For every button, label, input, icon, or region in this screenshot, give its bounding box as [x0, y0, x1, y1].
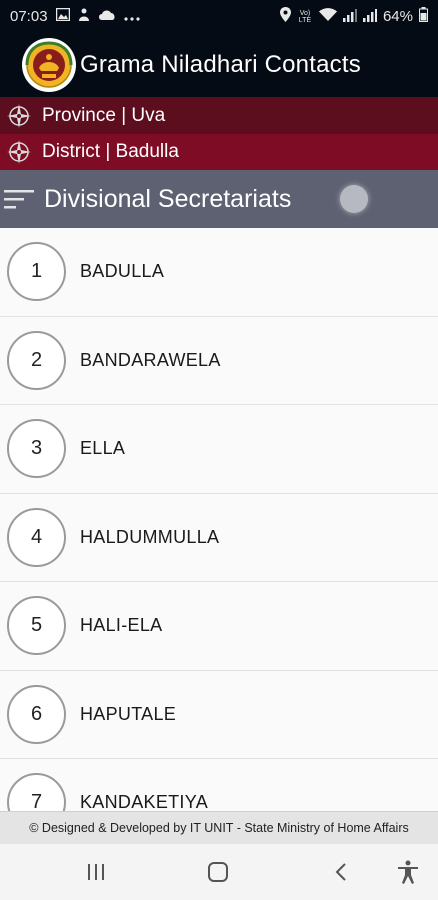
footer-text: © Designed & Developed by IT UNIT - Stat… [29, 821, 409, 835]
more-dots-icon [123, 8, 140, 25]
sort-menu-icon[interactable] [4, 189, 34, 209]
item-number: 5 [7, 596, 66, 656]
province-label: Province | Uva [42, 104, 166, 126]
item-name: HAPUTALE [80, 703, 177, 724]
system-nav-bar [0, 844, 438, 900]
breadcrumb-province: Province | Uva [0, 97, 438, 134]
item-number: 1 [7, 242, 66, 302]
item-name: BADULLA [80, 261, 165, 282]
home-icon[interactable] [204, 858, 232, 886]
item-number: 7 [7, 773, 66, 811]
cloud-icon [98, 8, 116, 25]
battery-percent: 64% [382, 8, 413, 25]
item-name: HALI-ELA [80, 615, 163, 636]
recent-apps-icon[interactable] [82, 858, 110, 886]
accessibility-icon[interactable] [394, 858, 422, 886]
item-number: 6 [7, 684, 66, 744]
notification-icon [78, 8, 90, 26]
compass-icon [6, 139, 32, 165]
app-title: Grama Niladhari Contacts [80, 51, 361, 78]
clock: 07:03 [10, 8, 48, 25]
list-item[interactable]: 5 HALI-ELA [0, 582, 438, 671]
toggle-button[interactable] [340, 185, 368, 213]
signal-icon [342, 8, 357, 26]
secretariat-list[interactable]: 1 BADULLA 2 BANDARAWELA 3 ELLA 4 HALDUMM… [0, 228, 438, 811]
list-item[interactable]: 3 ELLA [0, 405, 438, 494]
breadcrumb-district: District | Badulla [0, 134, 438, 170]
signal-icon [362, 8, 377, 26]
volte-icon: Vo) LTE [298, 9, 312, 24]
list-item[interactable]: 6 HAPUTALE [0, 670, 438, 759]
section-header: Divisional Secretariats [0, 170, 438, 228]
list-item[interactable]: 1 BADULLA [0, 228, 438, 317]
item-number: 4 [7, 507, 66, 567]
status-bar: 07:03 Vo) LTE 64% [0, 0, 438, 33]
list-item[interactable]: 4 HALDUMMULLA [0, 493, 438, 582]
image-icon [55, 7, 70, 25]
item-name: BANDARAWELA [80, 349, 221, 370]
compass-icon [6, 103, 32, 129]
location-icon [279, 7, 291, 26]
app-bar: Grama Niladhari Contacts [0, 33, 438, 97]
item-number: 2 [7, 330, 66, 390]
list-item[interactable]: 2 BANDARAWELA [0, 316, 438, 405]
battery-icon [419, 7, 428, 26]
item-name: KANDAKETIYA [80, 792, 208, 811]
list-item[interactable]: 7 KANDAKETIYA [0, 759, 438, 811]
footer-credit: © Designed & Developed by IT UNIT - Stat… [0, 811, 438, 844]
back-icon[interactable] [327, 858, 355, 886]
wifi-icon [318, 7, 337, 26]
district-label: District | Badulla [42, 141, 179, 162]
section-title: Divisional Secretariats [44, 184, 292, 213]
item-name: HALDUMMULLA [80, 526, 220, 547]
item-number: 3 [7, 419, 66, 479]
national-emblem-icon [22, 38, 76, 92]
item-name: ELLA [80, 438, 126, 459]
